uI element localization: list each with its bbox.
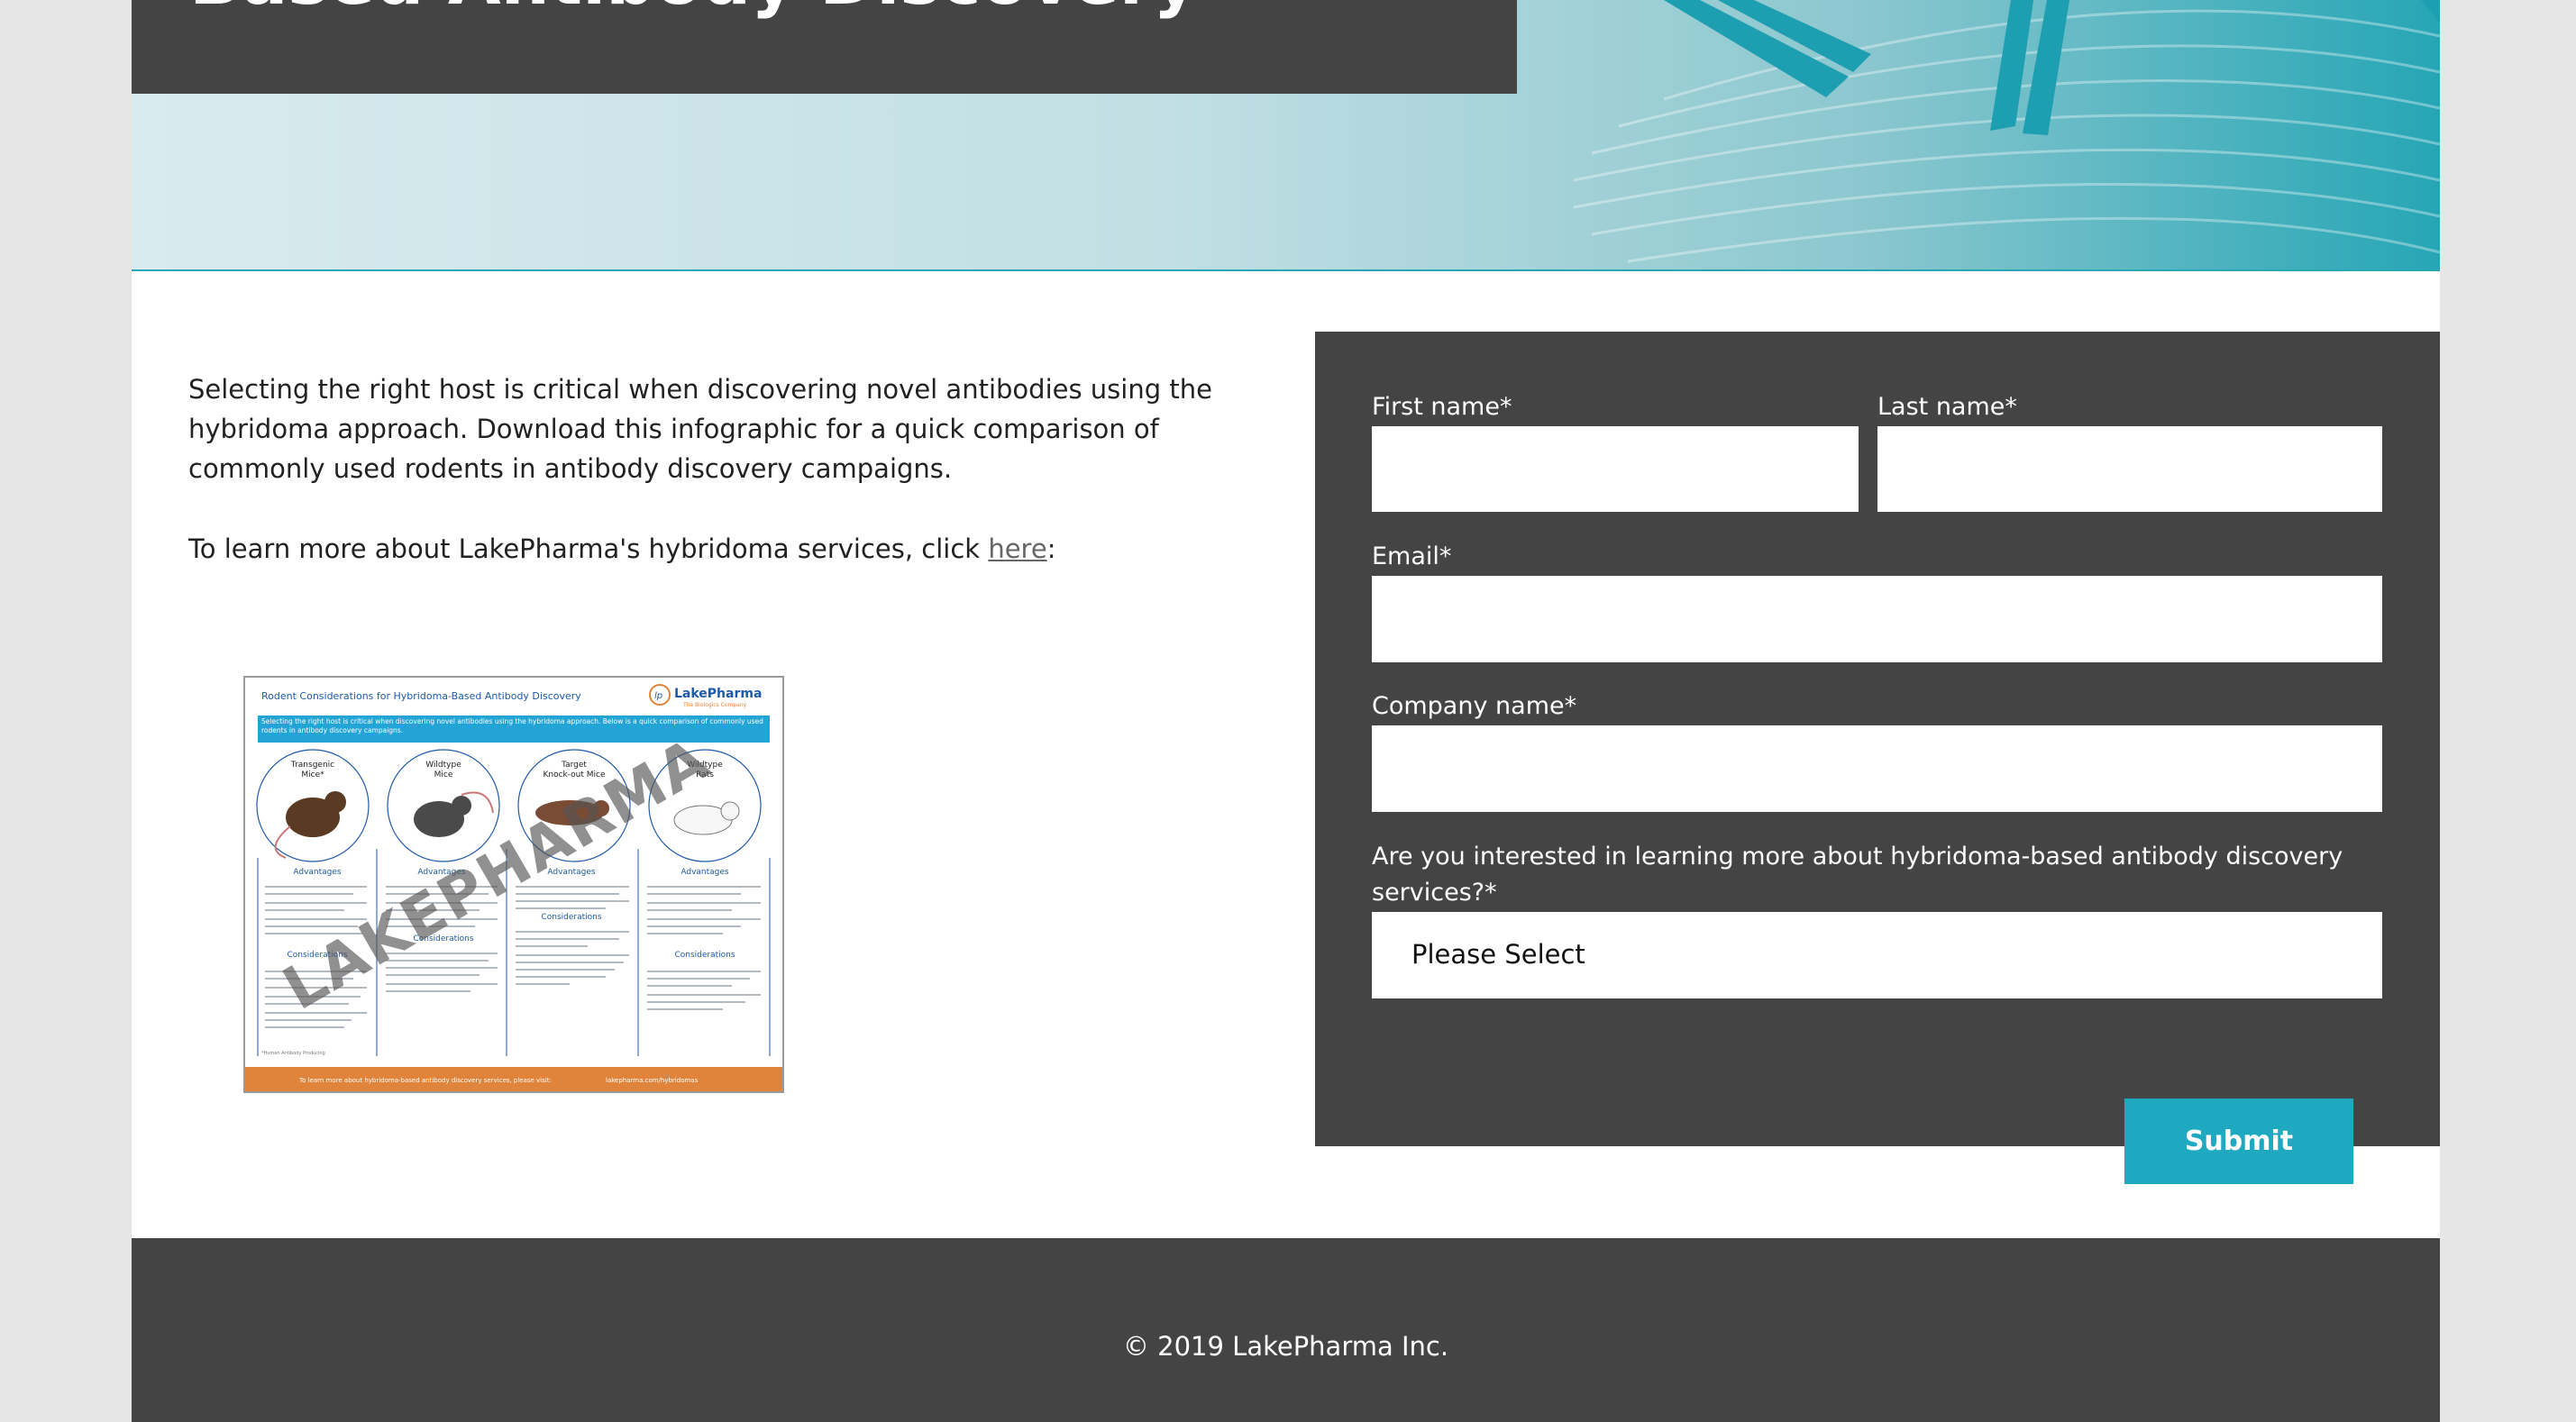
svg-text:Transgenic: Transgenic [290, 761, 334, 770]
svg-text:Advantages: Advantages [293, 868, 342, 877]
company-name-label: Company name* [1372, 692, 1577, 720]
email-field[interactable] [1372, 576, 2382, 662]
svg-text:Mice*: Mice* [301, 770, 324, 779]
hero-bottom-border [132, 269, 2440, 271]
infographic-tagline: The Biologics Company [682, 702, 747, 708]
svg-text:Considerations: Considerations [674, 951, 735, 960]
svg-text:Considerations: Considerations [541, 913, 601, 922]
email-label: Email* [1372, 542, 1452, 570]
last-name-label: Last name* [1877, 393, 2017, 421]
svg-text:Advantages: Advantages [681, 868, 729, 877]
svg-text:To learn more about hybridoma-: To learn more about hybridoma-based anti… [298, 1077, 552, 1084]
svg-text:Wildtype: Wildtype [425, 761, 461, 770]
infographic-title: Rodent Considerations for Hybridoma-Base… [261, 690, 581, 702]
submit-button[interactable]: Submit [2124, 1098, 2353, 1184]
interest-select[interactable]: Please Select [1372, 912, 2382, 998]
intro-paragraph: Selecting the right host is critical whe… [188, 374, 1212, 484]
title-box: Based Antibody Discovery [132, 0, 1517, 94]
page: Based Antibody Discovery Selecting the r… [132, 0, 2440, 1422]
interest-select-value: Please Select [1411, 939, 1585, 970]
infographic-brand: LakePharma [674, 687, 762, 701]
hero-banner: Based Antibody Discovery [132, 0, 2440, 271]
page-title: Based Antibody Discovery [189, 0, 1198, 14]
company-name-field[interactable] [1372, 725, 2382, 812]
learn-more-text: To learn more about LakePharma's hybrido… [188, 533, 989, 564]
svg-text:Target: Target [561, 761, 587, 770]
interest-question-label: Are you interested in learning more abou… [1372, 843, 2343, 907]
learn-more-paragraph: To learn more about LakePharma's hybrido… [188, 529, 1234, 569]
infographic-thumbnail[interactable]: Rodent Considerations for Hybridoma-Base… [243, 676, 784, 1093]
infographic-image: Rodent Considerations for Hybridoma-Base… [245, 678, 782, 1091]
last-name-field[interactable] [1877, 426, 2382, 512]
copyright-text: © 2019 LakePharma Inc. [1122, 1331, 1449, 1362]
svg-text:lp: lp [654, 691, 662, 701]
svg-text:Mice: Mice [434, 770, 453, 779]
first-name-field[interactable] [1372, 426, 1859, 512]
svg-text:lakepharma.com/hybridomas: lakepharma.com/hybridomas [606, 1077, 699, 1084]
learn-more-suffix: : [1046, 533, 1056, 564]
first-name-label: First name* [1372, 393, 1512, 421]
svg-text:*Human Antibody Producing: *Human Antibody Producing [261, 1051, 325, 1056]
here-link[interactable]: here [988, 533, 1046, 564]
